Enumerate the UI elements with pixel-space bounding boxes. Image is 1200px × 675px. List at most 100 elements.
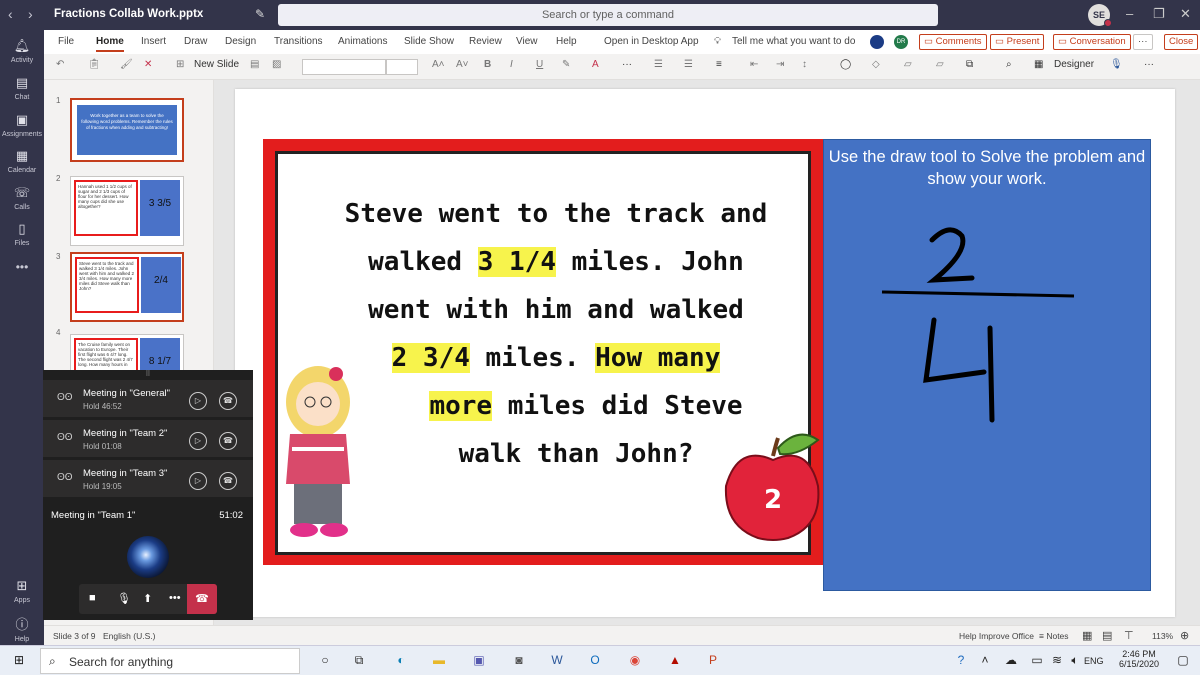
tab-transitions[interactable]: Transitions [274, 36, 323, 47]
drag-handle[interactable]: ⠿ [43, 370, 253, 380]
minimize-icon[interactable]: – [1126, 6, 1133, 21]
back-icon[interactable]: ‹ [8, 6, 13, 22]
forward-icon[interactable]: › [28, 6, 33, 22]
layout-icon[interactable]: ▤ [250, 59, 259, 70]
paste-icon[interactable]: 📋︎ [88, 59, 101, 70]
hang-up-icon[interactable]: ☎ [219, 432, 237, 450]
delete-icon[interactable]: ✕ [144, 59, 152, 70]
tray-chevron-icon[interactable]: ˄ [974, 653, 996, 670]
tab-design[interactable]: Design [225, 36, 256, 47]
close-button[interactable]: Close [1164, 34, 1199, 50]
cortana-icon[interactable]: ○ [314, 653, 336, 670]
edge-icon[interactable]: ◐ [390, 653, 412, 670]
slide-canvas[interactable]: Steve went to the track and walked 3 1/4… [214, 80, 1200, 625]
edit-icon[interactable]: ✎ [255, 7, 265, 21]
open-desktop-link[interactable]: Open in Desktop App [604, 36, 699, 47]
microphone-icon[interactable]: 🎙︎ [117, 592, 131, 605]
tab-help[interactable]: Help [556, 36, 577, 47]
fit-slide-icon[interactable]: ⊕ [1180, 629, 1189, 642]
acrobat-icon[interactable]: ▲ [664, 653, 686, 670]
work-area[interactable]: Use the draw tool to Solve the problem a… [823, 139, 1151, 591]
normal-view-icon[interactable]: ▦ [1082, 629, 1092, 642]
more-options-button[interactable]: ··· [1133, 34, 1153, 50]
underline-icon[interactable]: U [536, 59, 543, 70]
bullets-icon[interactable]: ☰ [654, 59, 663, 70]
held-call-team3[interactable]: ʘʘ Meeting in "Team 3" Hold 19:05 ▷ ☎ [43, 460, 253, 498]
numbering-icon[interactable]: ☰ [684, 59, 693, 70]
restore-icon[interactable]: ❐ [1153, 6, 1165, 22]
undo-icon[interactable]: ↶ [56, 59, 64, 70]
taskbar-search[interactable]: ⌕ Search for anything [40, 648, 300, 674]
battery-icon[interactable]: ▭ [1026, 653, 1048, 670]
reading-view-icon[interactable]: ⊤ [1124, 629, 1134, 642]
rail-assignments[interactable]: ▣ Assignments [0, 112, 44, 138]
resume-icon[interactable]: ▷ [189, 472, 207, 490]
outlook-icon[interactable]: O [584, 653, 606, 670]
feedback-link[interactable]: Help Improve Office [959, 631, 1034, 641]
format-painter-icon[interactable]: 🖌︎ [120, 59, 133, 70]
tab-review[interactable]: Review [469, 36, 502, 47]
designer-button[interactable]: Designer [1054, 59, 1094, 70]
bold-icon[interactable]: B [484, 59, 491, 70]
tab-animations[interactable]: Animations [338, 36, 387, 47]
tab-file[interactable]: File [58, 36, 74, 47]
help-tray-icon[interactable]: ? [950, 653, 972, 670]
rail-activity[interactable]: 🔔︎ Activity [0, 38, 44, 64]
held-call-team2[interactable]: ʘʘ Meeting in "Team 2" Hold 01:08 ▷ ☎ [43, 420, 253, 458]
grow-font-icon[interactable]: A˄ [432, 59, 445, 70]
camera-app-icon[interactable]: ◙ [508, 653, 530, 670]
volume-icon[interactable]: 🔈︎ [1064, 653, 1086, 670]
shape-effects-icon[interactable]: ▱ [936, 59, 944, 70]
slide-thumbnail-2[interactable]: Hannah used 1 1/2 cups of sugar and 2 1/… [70, 176, 184, 246]
slide-thumbnail-1[interactable]: Work together as a team to solve the fol… [70, 98, 184, 162]
tab-home[interactable]: Home [96, 36, 124, 52]
increase-indent-icon[interactable]: ⇥ [776, 59, 784, 70]
zoom-level[interactable]: 113% [1152, 631, 1173, 641]
notifications-icon[interactable]: ▢ [1172, 653, 1194, 670]
rail-apps[interactable]: ⊞ Apps [0, 578, 44, 604]
present-button[interactable]: ▭ Present [990, 34, 1045, 50]
new-slide-icon[interactable]: ⊞ [176, 59, 184, 70]
participant-avatar[interactable] [870, 35, 884, 49]
ink-fraction[interactable]: 2 4 [874, 220, 1084, 440]
picture-icon[interactable]: ▨ [272, 59, 281, 70]
hang-up-icon[interactable]: ☎ [219, 472, 237, 490]
comments-button[interactable]: ▭ Comments [919, 34, 987, 50]
language-indicator[interactable]: English (U.S.) [103, 631, 155, 641]
ribbon-more-icon[interactable]: ··· [1144, 59, 1154, 70]
hang-up-icon[interactable]: ☎ [219, 392, 237, 410]
dictate-icon[interactable]: 🎙︎ [1110, 59, 1123, 70]
resume-icon[interactable]: ▷ [189, 392, 207, 410]
designer-icon[interactable]: ▦ [1034, 59, 1043, 70]
align-icon[interactable]: ≡ [716, 59, 722, 70]
rail-chat[interactable]: ▤ Chat [0, 75, 44, 101]
font-size-select[interactable] [386, 59, 418, 75]
rail-calls[interactable]: ☏ Calls [0, 185, 44, 211]
tell-me-input[interactable]: Tell me what you want to do [732, 36, 855, 47]
rail-help[interactable]: ⓘ Help [0, 614, 44, 643]
avatar[interactable]: SE [1088, 4, 1112, 27]
tab-insert[interactable]: Insert [141, 36, 166, 47]
more-actions-icon[interactable]: ••• [169, 592, 181, 604]
rail-calendar[interactable]: ▦ Calendar [0, 148, 44, 174]
windows-start-icon[interactable]: ⊞ [8, 653, 30, 670]
share-screen-icon[interactable]: ⬆ [143, 592, 152, 605]
resume-icon[interactable]: ▷ [189, 432, 207, 450]
word-icon[interactable]: W [546, 653, 568, 670]
input-language[interactable]: ENG [1084, 656, 1104, 666]
find-icon[interactable]: ⌕ [1006, 59, 1012, 70]
rail-files[interactable]: ▯ Files [0, 221, 44, 247]
current-slide[interactable]: Steve went to the track and walked 3 1/4… [235, 89, 1175, 617]
shape-outline-icon[interactable]: ▱ [904, 59, 912, 70]
shrink-font-icon[interactable]: A˅ [456, 59, 469, 70]
chrome-icon[interactable]: ◉ [624, 653, 646, 670]
more-font-icon[interactable]: ··· [622, 59, 632, 70]
search-input[interactable]: Search or type a command [278, 4, 938, 26]
conversation-button[interactable]: ▭ Conversation [1053, 34, 1131, 50]
slide-thumbnail-3[interactable]: Steve went to the track and walked 3 1/4… [70, 252, 184, 322]
tab-slide-show[interactable]: Slide Show [404, 36, 454, 47]
rail-more[interactable]: ••• [0, 260, 44, 274]
camera-icon[interactable]: ■ [89, 592, 96, 604]
notes-button[interactable]: ≡ Notes [1039, 631, 1069, 641]
arrange-icon[interactable]: ⧉ [966, 59, 973, 70]
